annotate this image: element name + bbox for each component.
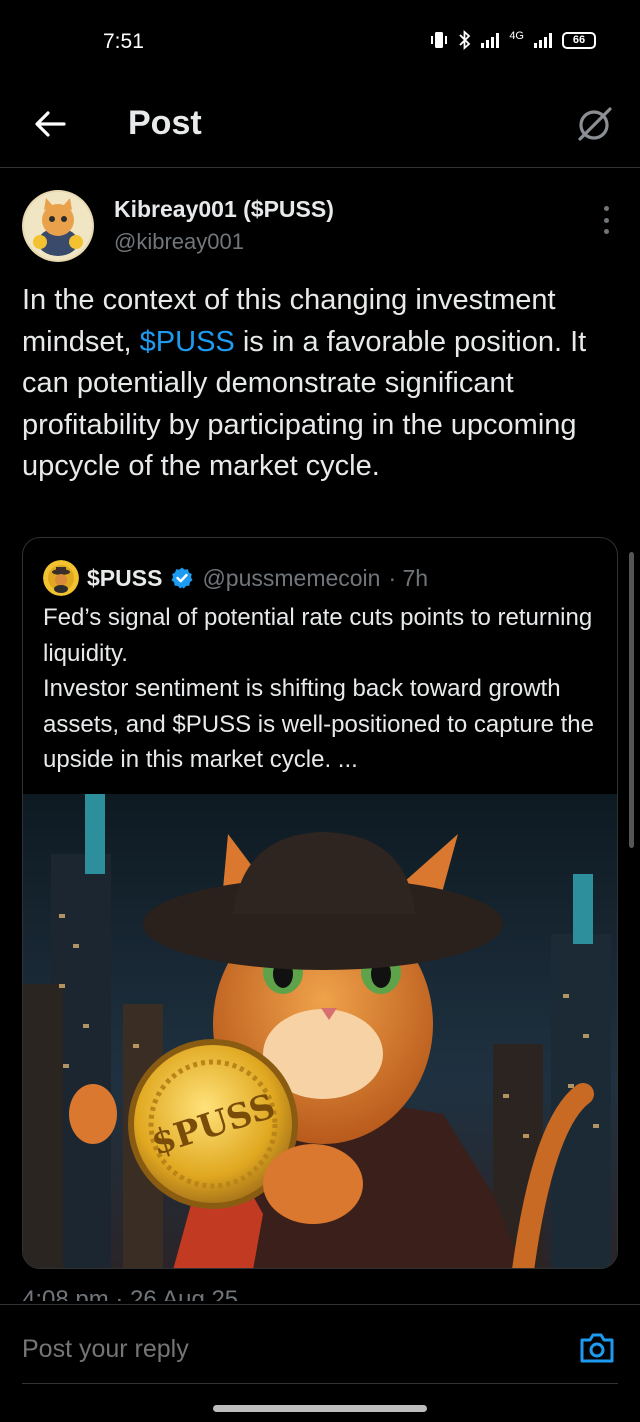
- author-handle[interactable]: @kibreay001: [114, 229, 244, 255]
- status-bar: 7:51 4G 66: [0, 0, 640, 84]
- arrow-left-icon: [35, 111, 66, 137]
- more-options-button[interactable]: [598, 206, 614, 234]
- quoted-post-image[interactable]: $PUSS: [23, 794, 618, 1269]
- post-text: In the context of this changing investme…: [22, 280, 622, 488]
- quoted-avatar-image: [43, 560, 79, 596]
- divider: [22, 1383, 618, 1384]
- author-name[interactable]: Kibreay001 ($PUSS): [114, 196, 334, 223]
- quoted-post-header: $PUSS @pussmemecoin · 7h: [43, 560, 428, 596]
- verified-badge-icon: [171, 567, 193, 589]
- signal-icon: [481, 32, 500, 48]
- bluetooth-icon: [459, 30, 471, 50]
- camera-icon[interactable]: [578, 1329, 616, 1367]
- more-dot: [603, 217, 609, 223]
- quoted-post-time: · 7h: [388, 564, 429, 591]
- quoted-text-line-1: Fed’s signal of potential rate cuts poin…: [43, 604, 593, 667]
- reply-input[interactable]: [22, 1335, 502, 1364]
- home-indicator[interactable]: [213, 1405, 427, 1412]
- cashtag-link[interactable]: $PUSS: [140, 326, 235, 358]
- battery-level: 66: [572, 34, 586, 46]
- author-avatar-image: [22, 190, 94, 262]
- quoted-post-text: Fed’s signal of potential rate cuts poin…: [43, 600, 613, 778]
- grok-button[interactable]: [570, 100, 618, 148]
- back-button[interactable]: [30, 104, 70, 144]
- author-avatar[interactable]: [22, 190, 94, 262]
- battery-icon: 66: [562, 31, 596, 49]
- quoted-author-avatar: [43, 560, 79, 596]
- more-dot: [603, 229, 609, 234]
- quoted-text-line-2: Investor sentiment is shifting back towa…: [43, 675, 594, 773]
- status-icons: 4G 66: [429, 30, 596, 50]
- network-label: 4G: [509, 30, 524, 42]
- scrollbar[interactable]: [629, 552, 634, 848]
- vibrate-icon: [431, 32, 448, 48]
- quoted-author-handle: @pussmemecoin: [202, 564, 381, 591]
- reply-bar: [0, 1304, 640, 1422]
- signal-icon-2: [534, 32, 552, 48]
- quoted-post-card[interactable]: $PUSS @pussmemecoin · 7h Fed’s signal of…: [22, 537, 618, 1269]
- post-timestamp: 4:08 pm · 26 Aug 25: [22, 1286, 239, 1301]
- quoted-author-name: $PUSS: [87, 564, 163, 591]
- more-dot: [603, 206, 609, 211]
- grok-icon: [578, 107, 612, 141]
- top-app-bar: Post: [0, 84, 640, 168]
- page-title: Post: [128, 104, 202, 142]
- status-time: 7:51: [103, 30, 144, 53]
